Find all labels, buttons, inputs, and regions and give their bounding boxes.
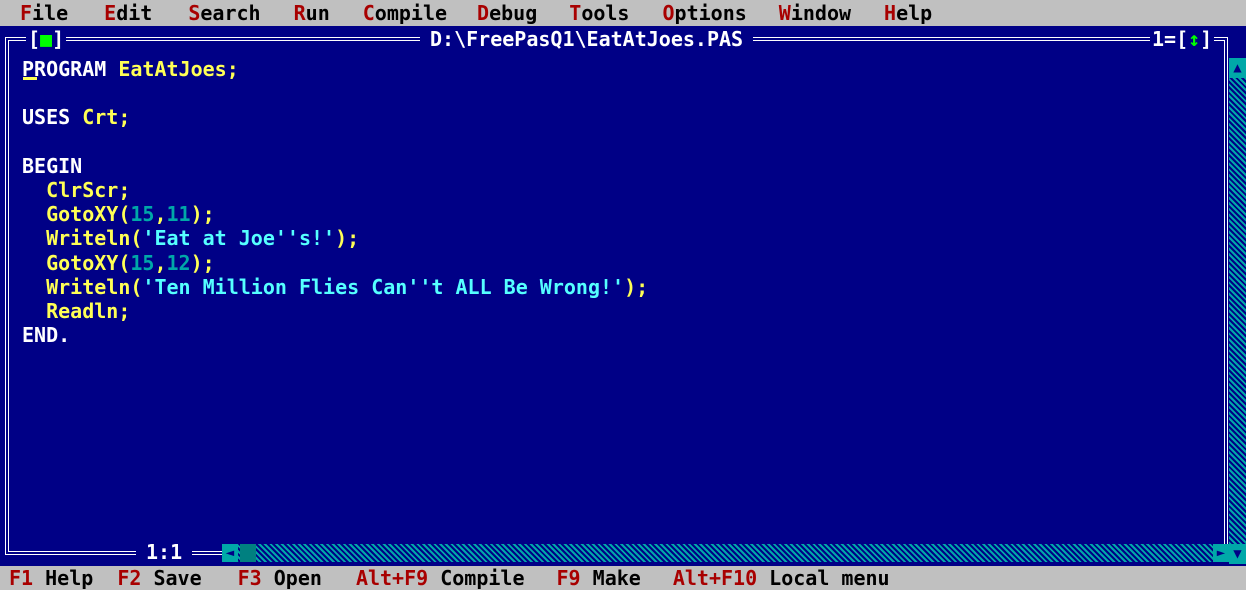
code-line: Readln; — [22, 298, 131, 323]
key-local-menu[interactable]: Alt+F10 Local menu — [673, 566, 890, 590]
code-line: ClrScr; — [22, 177, 131, 202]
close-button[interactable]: [■] — [26, 26, 67, 52]
key-help[interactable]: F1 Help — [9, 566, 93, 590]
scroll-left-icon[interactable]: ◄ — [222, 544, 238, 562]
menu-file[interactable]: File — [20, 0, 68, 26]
cursor-position: 1:1 — [136, 538, 193, 566]
code-line: USES Crt; — [22, 105, 131, 130]
menu-edit[interactable]: Edit — [104, 0, 152, 26]
horizontal-scrollbar[interactable]: ◄ ► — [222, 544, 1229, 562]
code-line: Writeln('Ten Million Flies Can''t ALL Be… — [22, 274, 649, 299]
key-compile[interactable]: Alt+F9 Compile — [356, 566, 525, 590]
close-icon: ■ — [40, 27, 53, 51]
code-line: Writeln('Eat at Joe''s!'); — [22, 226, 360, 251]
menu-window[interactable]: Window — [779, 0, 851, 26]
zoom-icon[interactable]: ↕ — [1188, 27, 1200, 51]
code-line: GotoXY(15,12); — [22, 250, 215, 275]
key-bar: F1 Help F2 Save F3 Open Alt+F9 Compile F… — [0, 566, 1246, 590]
code-editor[interactable]: PROGRAM EatAtJoes; USES Crt; BEGIN ClrScr;… — [22, 57, 648, 347]
scroll-right-icon[interactable]: ► — [1213, 544, 1229, 562]
menu-compile[interactable]: Compile — [363, 0, 447, 26]
scroll-thumb[interactable] — [240, 544, 256, 562]
scroll-up-icon[interactable]: ▲ — [1229, 58, 1246, 78]
window-number: 1=[↕] — [1150, 26, 1215, 52]
menu-bar: File Edit Search Run Compile Debug Tools… — [0, 0, 1246, 26]
key-open[interactable]: F3 Open — [238, 566, 322, 590]
text-cursor — [23, 77, 37, 80]
menu-options[interactable]: Options — [662, 0, 746, 26]
menu-tools[interactable]: Tools — [569, 0, 629, 26]
status-row: 1:1 ◄ ► — [0, 538, 1246, 566]
key-make[interactable]: F9 Make — [557, 566, 641, 590]
menu-debug[interactable]: Debug — [477, 0, 537, 26]
key-save[interactable]: F2 Save — [117, 566, 201, 590]
code-line: GotoXY(15,11); — [22, 202, 215, 227]
editor-window: [■] D:\FreePasQ1\EatAtJoes.PAS 1=[↕] PRO… — [0, 26, 1246, 566]
window-title: D:\FreePasQ1\EatAtJoes.PAS — [420, 26, 754, 52]
code-line: PROGRAM EatAtJoes; — [22, 57, 239, 81]
menu-help[interactable]: Help — [884, 0, 932, 26]
title-bar: [■] D:\FreePasQ1\EatAtJoes.PAS 1=[↕] — [0, 26, 1246, 52]
menu-run[interactable]: Run — [294, 0, 330, 26]
code-line: END. — [22, 323, 71, 348]
menu-search[interactable]: Search — [188, 0, 260, 26]
vertical-scrollbar[interactable]: ▲ ▼ — [1229, 58, 1246, 564]
code-line: BEGIN — [22, 153, 83, 178]
